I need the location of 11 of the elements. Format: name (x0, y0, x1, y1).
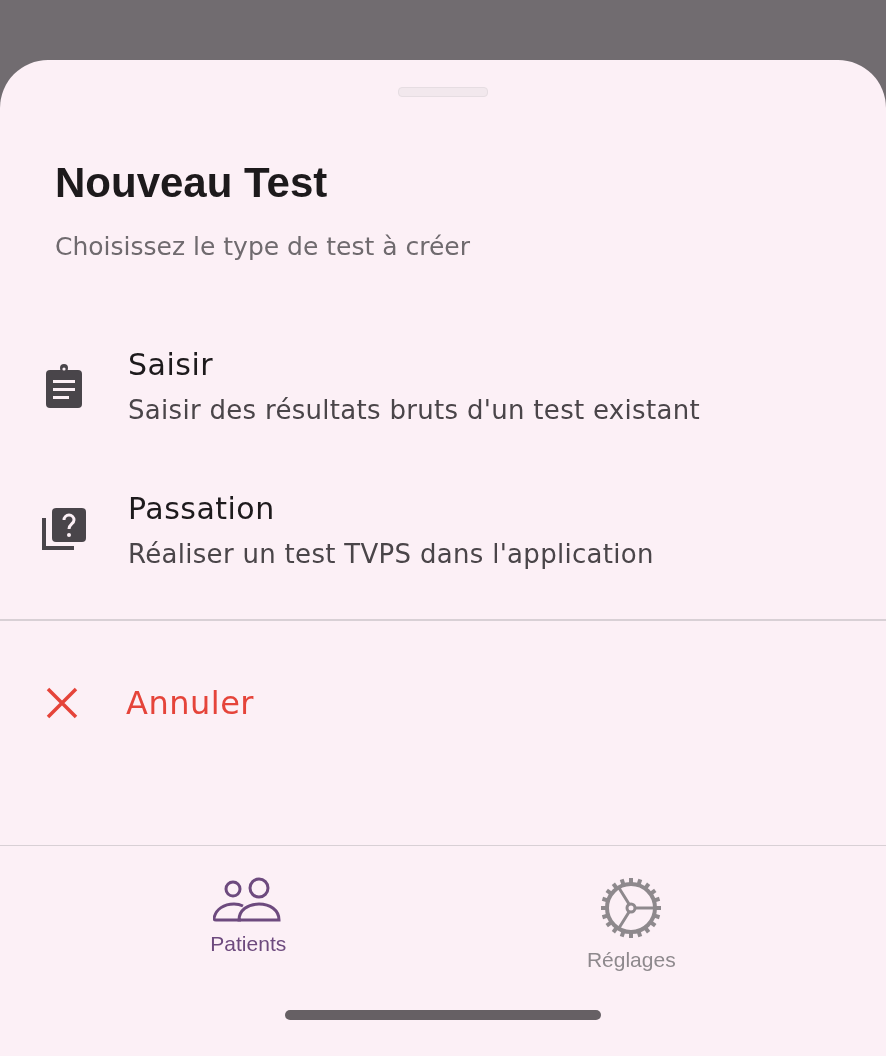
tab[interactable]: Patients (200, 872, 297, 976)
option-description: Réaliser un test TVPS dans l'application (128, 538, 654, 571)
option-title[interactable]: Saisir (128, 345, 700, 385)
cancel-button[interactable]: Annuler (0, 673, 254, 733)
sheet-title: Nouveau Test (55, 159, 329, 207)
sheet-subtitle: Choisissez le type de test à créer (55, 231, 471, 263)
close-icon (44, 685, 80, 721)
option-description: Saisir des résultats bruts d'un test existant (128, 394, 700, 427)
gear-icon (599, 876, 664, 940)
option-title[interactable]: Passation (128, 489, 654, 529)
people-icon (213, 876, 284, 924)
